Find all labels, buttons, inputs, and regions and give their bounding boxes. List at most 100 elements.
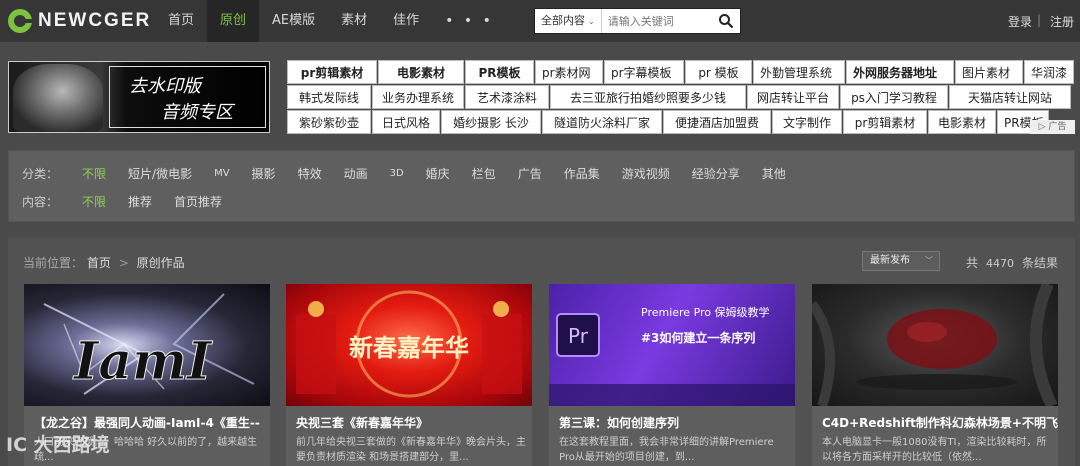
ad-tag[interactable]: PR模板 [465,60,534,84]
work-card-description: 在这套教程里面，我会非常详细的讲解Premiere Pro从最开始的项目创建，到… [559,437,774,463]
work-card[interactable]: C4D+Redshift制作科幻森林场景+不明飞-- 本人电脑显卡一般1080没… [812,284,1058,466]
work-thumbnail[interactable]: Pr Premiere Pro 保姆级教学 #3如何建立一条序列 [549,284,795,406]
category-filter-option[interactable]: 短片/微电影 [128,165,192,182]
ad-tag[interactable]: 婚纱摄影 长沙 [441,110,541,134]
content-filter-option[interactable]: 首页推荐 [174,193,222,210]
ad-tag-row: 韩式发际线 业务办理系统 艺术漆涂料 去三亚旅行拍婚纱照要多少钱 网店转让平台 … [287,85,1075,109]
ad-tag[interactable]: pr剪辑素材 [287,60,377,84]
work-card-title[interactable]: 央视三套《新春嘉年华》 [296,414,428,431]
breadcrumb-separator: > [118,256,129,270]
ad-tag[interactable]: 艺术漆涂料 [465,85,549,109]
ad-tag[interactable]: pr剪辑素材 [843,110,927,134]
logo-mark-icon [8,9,32,33]
result-count-number: 4470 [986,257,1015,270]
account-separator: | [1036,13,1041,27]
thumbnail-title-text: 新春嘉年华 [349,333,469,362]
ad-tag[interactable]: 电影素材 [928,110,996,134]
category-filter-option[interactable]: 作品集 [564,165,600,182]
site-logo[interactable]: NEWCGER [8,9,151,33]
ad-tag[interactable]: 便捷酒店加盟费 [663,110,771,134]
thumbnail-art: 新春嘉年华 [296,290,522,398]
register-link[interactable]: 注册 [1050,13,1074,30]
ad-label-text: 广告 [1048,122,1067,132]
search-input[interactable] [601,14,722,28]
sort-select[interactable]: 最新发布 ﹀ [862,251,940,271]
content-filter-row: 内容： 不限 推荐 首页推荐 [22,193,244,209]
ad-tag-grid: pr剪辑素材 电影素材 PR模板 pr素材网 pr字幕模板 pr 模板 外勤管理… [287,60,1075,135]
result-count: 共 4470 条结果 [966,254,1058,271]
ad-tag[interactable]: 紫砂紫砂壶 [287,110,371,134]
work-card[interactable]: Pr Premiere Pro 保姆级教学 #3如何建立一条序列 第三课：如何创… [549,284,795,466]
filter-panel: 分类： 不限 短片/微电影 MV 摄影 特效 动画 3D 婚庆 栏包 广告 作品… [8,150,1075,222]
category-filter-option[interactable]: 3D [390,168,404,179]
category-filter-option[interactable]: 特效 [298,165,322,182]
ad-label[interactable]: ▷ 广告 [1030,120,1075,134]
ad-tag[interactable]: 电影素材 [378,60,464,84]
category-filter-row: 分类： 不限 短片/微电影 MV 摄影 特效 动画 3D 婚庆 栏包 广告 作品… [22,165,808,181]
category-filter-option[interactable]: 不限 [82,165,106,182]
work-card-title[interactable]: 第三课：如何创建序列 [559,414,679,431]
search-category-label: 全部内容 [541,14,585,27]
nav-item-ae-templates[interactable]: AE模版 [259,0,328,42]
nav-item-original[interactable]: 原创 [207,0,260,42]
ad-tag[interactable]: 隧道防火涂料厂家 [542,110,662,134]
banner-line-2: 音频专区 [161,102,233,123]
ad-tag[interactable]: pr字幕模板 [604,60,684,84]
premiere-logo-icon: Pr [568,324,589,348]
category-filter-option[interactable]: 摄影 [252,165,276,182]
thumbnail-heading-text: Premiere Pro 保姆级教学 [641,305,770,319]
work-thumbnail[interactable]: 新春嘉年华 [286,284,532,406]
category-filter-option[interactable]: MV [214,168,229,179]
work-thumbnail[interactable]: IamI [24,284,270,406]
work-thumbnail[interactable] [812,284,1058,406]
ad-tag-row: 紫砂紫砂壶 日式风格 婚纱摄影 长沙 隧道防火涂料厂家 便捷酒店加盟费 文字制作… [287,110,1075,134]
login-link[interactable]: 登录 [1008,13,1032,30]
breadcrumb-home-link[interactable]: 首页 [87,256,111,270]
ad-tag[interactable]: 华润漆 [1024,60,1074,84]
ad-tag[interactable]: 天猫店转让网站 [949,85,1071,109]
ad-choices-icon: ▷ [1038,122,1049,132]
category-filter-option[interactable]: 栏包 [472,165,496,182]
category-filter-option[interactable]: 经验分享 [692,165,740,182]
breadcrumb-current: 原创作品 [136,256,185,270]
work-card-description: 前几年给央视三套做的《新春嘉年华》晚会片头，主要负责材质渲染 和场景搭建部分，里… [296,437,526,463]
thumbnail-art [812,284,1058,406]
category-filter-option[interactable]: 广告 [518,165,542,182]
ad-tag[interactable]: 外网服务器地址 [846,60,954,84]
ad-tag[interactable]: 文字制作 [772,110,842,134]
ad-tag[interactable]: 日式风格 [372,110,440,134]
nav-item-masterpieces[interactable]: 佳作 [380,0,432,42]
ad-tag[interactable]: 网店转让平台 [747,85,839,109]
result-count-suffix: 条结果 [1022,256,1059,270]
category-filter-option[interactable]: 其他 [762,165,786,182]
ad-tag[interactable]: pr 模板 [685,60,752,84]
work-card-title[interactable]: C4D+Redshift制作科幻森林场景+不明飞-- [822,414,1058,431]
thumbnail-art: IamI [43,293,255,395]
chevron-down-icon: ﹀ [925,256,933,265]
ad-tag[interactable]: 韩式发际线 [287,85,371,109]
ad-tag[interactable]: 图片素材 [955,60,1023,84]
work-card-grid: IamI 【龙之谷】最强同人动画-IamI-4《重生-- 人口前来应援。。。哈哈… [24,284,1064,466]
category-filter-option[interactable]: 动画 [344,165,368,182]
nav-more-button[interactable]: • • • [432,0,507,42]
ad-tag[interactable]: ps入门学习教程 [840,85,948,109]
category-filter-option[interactable]: 婚庆 [426,165,450,182]
search-category-select[interactable]: 全部内容 ⌄ [535,9,602,33]
sort-selected-label: 最新发布 [870,255,910,266]
category-filter-option[interactable]: 游戏视频 [622,165,670,182]
content-filter-option[interactable]: 推荐 [128,193,152,210]
ad-tag[interactable]: 外勤管理系统 [753,60,845,84]
nav-item-materials[interactable]: 素材 [328,0,380,42]
work-card-title[interactable]: 【龙之谷】最强同人动画-IamI-4《重生-- [34,414,260,431]
ad-tag[interactable]: pr素材网 [535,60,603,84]
content-filter-option[interactable]: 不限 [82,193,106,210]
nav-item-home[interactable]: 首页 [155,0,207,42]
search-icon[interactable] [718,13,734,29]
ad-tag[interactable]: 业务办理系统 [372,85,464,109]
work-card[interactable]: 新春嘉年华 央视三套《新春嘉年华》 前几年给央视三套做的《新春嘉年华》晚会片头，… [286,284,532,466]
ad-tag[interactable]: 去三亚旅行拍婚纱照要多少钱 [550,85,746,109]
work-card-description: 本人电脑显卡一般1080没有TI，渲染比较耗时，所以将各方面采样开的比较低（依然… [822,437,1047,463]
promo-banner[interactable]: 去水印版 音频专区 [8,61,270,133]
thumbnail-art: Pr Premiere Pro 保姆级教学 #3如何建立一条序列 [549,305,795,406]
search-box: 全部内容 ⌄ [534,8,741,34]
